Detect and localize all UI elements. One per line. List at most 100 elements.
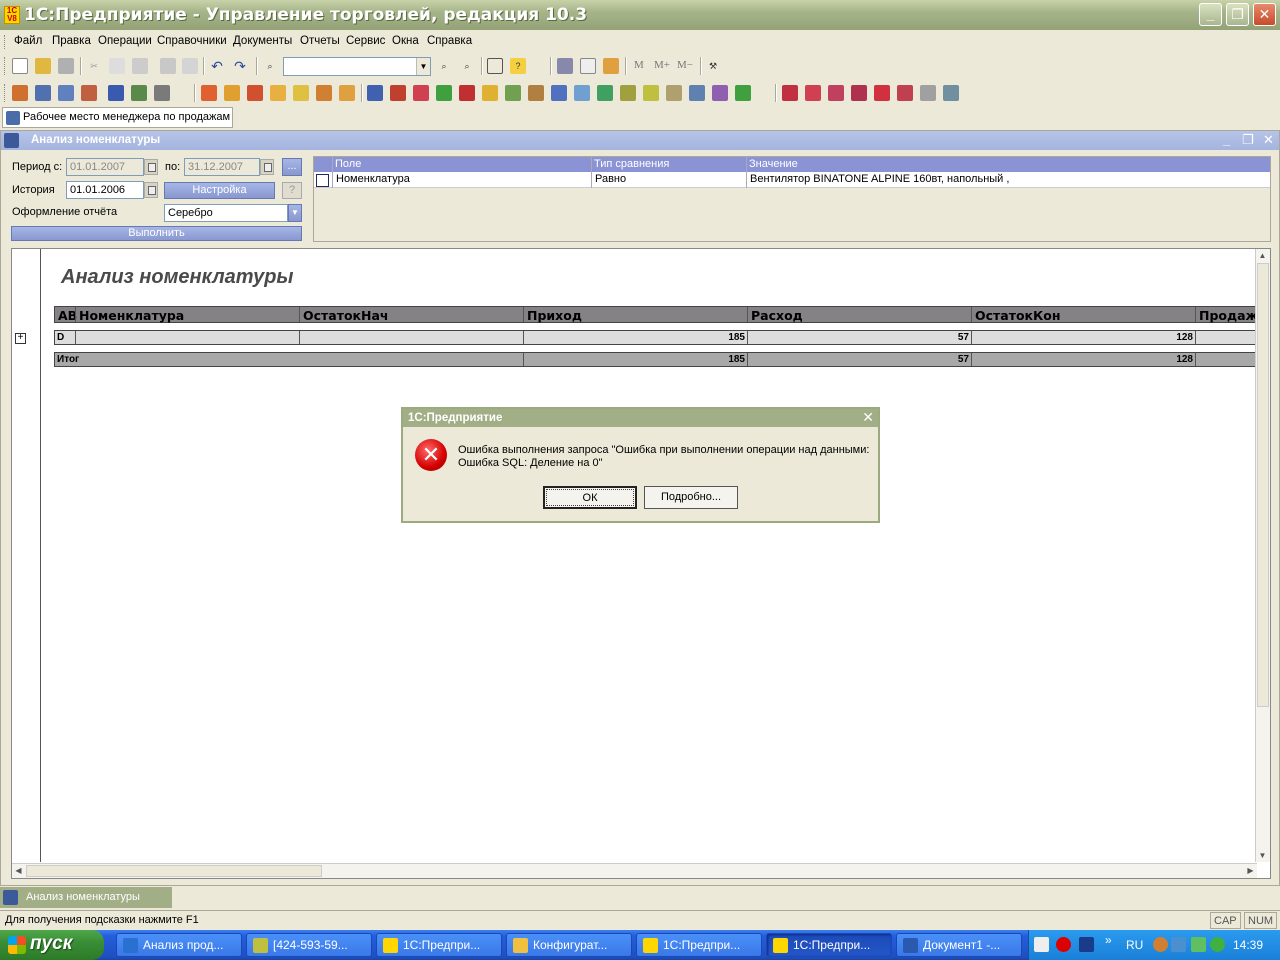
tools-icon[interactable]: ⚒ (705, 58, 721, 74)
users-icon[interactable] (108, 85, 124, 101)
cut-icon[interactable]: ✂ (86, 58, 102, 74)
maximize-button[interactable]: ❐ (1226, 3, 1249, 26)
find-icon[interactable]: ⌕ (262, 58, 278, 74)
period-to-calendar-icon[interactable] (260, 159, 274, 175)
paste-icon[interactable] (132, 58, 148, 74)
report-a-icon[interactable] (782, 85, 798, 101)
task-button-1c-active[interactable]: 1С:Предпри... (766, 933, 892, 957)
report-h-icon[interactable] (943, 85, 959, 101)
chevron-down-icon[interactable]: ▼ (416, 58, 430, 75)
period-from-calendar-icon[interactable] (144, 159, 158, 175)
task-button-analysis[interactable]: Анализ прод... (116, 933, 242, 957)
tray-expand-icon[interactable]: » (1105, 933, 1120, 948)
task-button-1c-2[interactable]: 1С:Предпри... (636, 933, 762, 957)
menu-edit[interactable]: Правка (52, 35, 91, 47)
search-combo[interactable]: ▼ (283, 57, 431, 76)
copy-doc-icon[interactable] (574, 85, 590, 101)
payment-icon[interactable] (270, 85, 286, 101)
print-icon[interactable] (160, 58, 176, 74)
green-doc-icon[interactable] (735, 85, 751, 101)
table-icon[interactable] (131, 85, 147, 101)
report-g-icon[interactable] (920, 85, 936, 101)
stack-docs-icon[interactable] (58, 85, 74, 101)
child-restore-icon[interactable]: ❐ (1242, 132, 1254, 148)
add-doc-icon[interactable] (597, 85, 613, 101)
period-select-button[interactable]: ... (282, 158, 302, 176)
menu-documents[interactable]: Документы (233, 35, 292, 47)
vertical-scrollbar[interactable]: ▲ ▼ (1255, 249, 1270, 862)
movement-icon[interactable] (390, 85, 406, 101)
memory-button[interactable]: M (634, 59, 644, 71)
task-button-1c-1[interactable]: 1С:Предпри... (376, 933, 502, 957)
report-doc-icon[interactable] (551, 85, 567, 101)
horizontal-scrollbar[interactable]: ◀ ▶ (12, 863, 1257, 878)
back-arrow-icon[interactable] (1153, 937, 1168, 952)
messenger-icon[interactable] (1079, 937, 1094, 952)
scroll-down-icon[interactable]: ▼ (1256, 849, 1269, 862)
menu-help[interactable]: Справка (427, 35, 472, 47)
inventory-icon[interactable] (459, 85, 475, 101)
journal-icon[interactable] (12, 85, 28, 101)
register-icon[interactable] (81, 85, 97, 101)
check-doc-icon[interactable] (643, 85, 659, 101)
vertical-scroll-thumb[interactable] (1257, 263, 1269, 707)
save-icon[interactable] (58, 58, 74, 74)
minimize-button[interactable]: _ (1199, 3, 1222, 26)
table-row[interactable]: D 185 57 128 (54, 330, 1259, 345)
scroll-up-icon[interactable]: ▲ (1256, 249, 1269, 262)
scroll-left-icon[interactable]: ◀ (12, 864, 25, 877)
menu-catalogs[interactable]: Справочники (157, 35, 227, 47)
print-preview-icon[interactable] (182, 58, 198, 74)
sync-icon[interactable] (1191, 937, 1206, 952)
period-to-input[interactable]: 31.12.2007 (184, 158, 260, 176)
horizontal-scroll-thumb[interactable] (26, 865, 322, 877)
calculator-icon[interactable] (557, 58, 573, 74)
tax-doc-icon[interactable] (620, 85, 636, 101)
details-button[interactable]: Подробно... (644, 486, 738, 509)
coins-icon[interactable] (482, 85, 498, 101)
task-button-ticket[interactable]: [424-593-59... (246, 933, 372, 957)
report-e-icon[interactable] (874, 85, 890, 101)
cash-icon[interactable] (339, 85, 355, 101)
history-input[interactable]: 01.01.2006 (66, 181, 144, 199)
return-icon[interactable] (316, 85, 332, 101)
posting-icon[interactable] (436, 85, 452, 101)
workplace-tab[interactable]: Рабочее место менеджера по продажам (2, 107, 233, 128)
copy-icon[interactable] (109, 58, 125, 74)
scroll-right-icon[interactable]: ▶ (1244, 864, 1257, 877)
invoice-icon[interactable] (224, 85, 240, 101)
ok-button[interactable]: ОК (543, 486, 637, 509)
period-from-input[interactable]: 01.01.2007 (66, 158, 144, 176)
undo-icon[interactable]: ↶ (209, 58, 225, 74)
network-icon[interactable] (1171, 937, 1186, 952)
edit-list-icon[interactable] (154, 85, 170, 101)
menu-reports[interactable]: Отчеты (300, 35, 340, 47)
price-icon[interactable] (505, 85, 521, 101)
memory-plus-button[interactable]: M+ (654, 59, 670, 71)
windows-icon[interactable] (487, 58, 503, 74)
report-spreadsheet[interactable]: + Анализ номенклатуры АВ Номенклатура Ос… (11, 248, 1271, 879)
start-button[interactable]: пуск (0, 930, 104, 960)
report-d-icon[interactable] (851, 85, 867, 101)
help-context-icon[interactable]: ? (510, 58, 526, 74)
receipt-icon[interactable] (293, 85, 309, 101)
redo-icon[interactable]: ↷ (232, 58, 248, 74)
close-button[interactable]: ✕ (1253, 3, 1276, 26)
approve-icon[interactable] (689, 85, 705, 101)
run-button[interactable]: Выполнить (11, 226, 302, 241)
task-button-word[interactable]: Документ1 -... (896, 933, 1022, 957)
assembly-icon[interactable] (528, 85, 544, 101)
report-f-icon[interactable] (897, 85, 913, 101)
calendar-icon[interactable] (580, 58, 596, 74)
window-tab-report[interactable]: Анализ номенклатуры (0, 887, 172, 908)
design-dropdown-chevron-down-icon[interactable]: ▼ (288, 204, 302, 222)
open-folder-icon[interactable] (35, 58, 51, 74)
task-button-configurator[interactable]: Конфигурат... (506, 933, 632, 957)
child-minimize-icon[interactable]: _ (1223, 132, 1230, 147)
transfer-icon[interactable] (367, 85, 383, 101)
menu-file[interactable]: Файл (14, 35, 42, 47)
find-next-icon[interactable]: ⌕ (459, 58, 475, 74)
dialog-close-icon[interactable]: ✕ (862, 409, 874, 426)
child-close-icon[interactable]: ✕ (1263, 132, 1274, 148)
memory-minus-button[interactable]: M− (677, 59, 693, 71)
